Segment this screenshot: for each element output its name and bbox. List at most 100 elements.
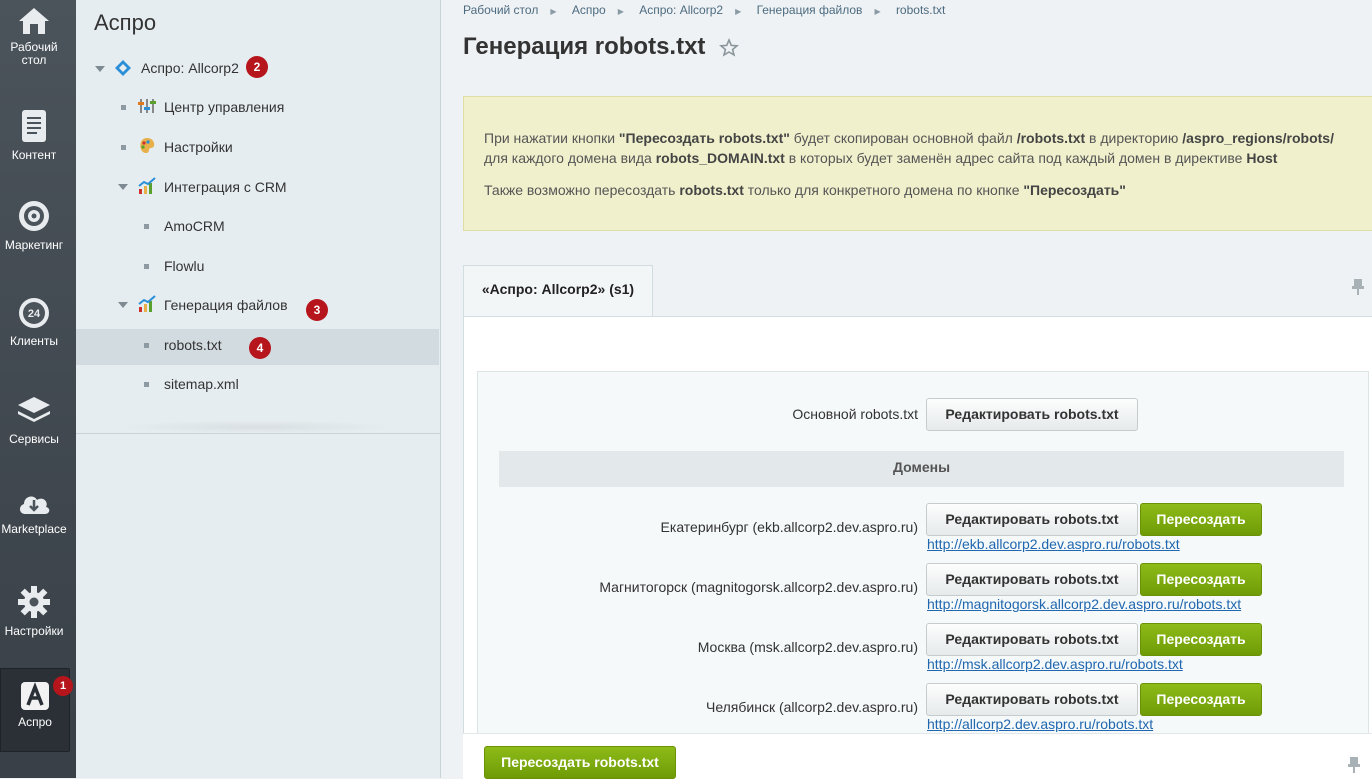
note-bold: robots_DOMAIN.txt [655,150,785,166]
main-robots-label: Основной robots.txt [792,406,918,422]
step-badge-1: 1 [53,676,73,696]
tree-node-flowlu[interactable]: Flowlu [164,256,204,276]
domain-label-magnitogorsk: Магнитогорск (magnitogorsk.allcorp2.dev.… [599,579,918,595]
tree-divider-shadow [116,420,396,434]
edit-robots-magnitogorsk-button[interactable]: Редактировать robots.txt [926,563,1138,596]
regenerate-all-robots-button[interactable]: Пересоздать robots.txt [484,746,676,779]
tree-node-file-generation[interactable]: Генерация файлов [164,295,288,315]
navigation-tree-panel: Аспро Аспро: Allcorp2 2 Центр управления… [76,0,441,778]
rail-label-aspro: Аспро [18,715,52,729]
note-text: только для конкретного домена по кнопке [743,182,1024,198]
rail-item-desktop[interactable]: Рабочий стол [0,6,68,67]
breadcrumb-item[interactable]: Рабочий стол [463,3,538,17]
rail-item-clients[interactable]: 24 Клиенты [0,296,68,348]
page-title: Генерация robots.txt [463,33,706,60]
note-bold: /aspro_regions/robots/ [1182,130,1334,146]
note-bold: "Пересоздать" [1023,182,1126,198]
robots-link-chelyabinsk[interactable]: http://allcorp2.dev.aspro.ru/robots.txt [927,716,1153,732]
expand-arrow-icon[interactable] [95,66,105,72]
note-line-1: При нажатии кнопки "Пересоздать robots.t… [484,128,1334,148]
rail-label-clients: Клиенты [9,334,59,348]
breadcrumb-item[interactable]: robots.txt [896,3,945,17]
step-badge-3: 3 [306,299,328,321]
tree-node-control-center[interactable]: Центр управления [164,97,284,117]
gear-icon [18,586,50,618]
regenerate-magnitogorsk-button[interactable]: Пересоздать [1140,563,1262,596]
palette-icon [140,138,155,154]
tree-node-aspro-allcorp2[interactable]: Аспро: Allcorp2 [141,58,239,78]
aspro-module-icon [115,60,131,76]
note-text: При нажатии кнопки [484,130,619,146]
step-badge-4: 4 [249,337,271,359]
note-line-3: Также возможно пересоздать robots.txt то… [484,180,1126,200]
rail-label-marketplace: Marketplace [1,522,67,536]
cloud-download-icon [19,496,50,514]
control-center-icon [138,99,156,113]
breadcrumb-arrow-icon: ▶ [617,7,624,16]
breadcrumb-item[interactable]: Аспро [572,3,606,17]
robots-link-ekb[interactable]: http://ekb.allcorp2.dev.aspro.ru/robots.… [927,536,1180,552]
edit-robots-chelyabinsk-button[interactable]: Редактировать robots.txt [926,683,1138,716]
note-text: в директорию [1085,130,1183,146]
regenerate-msk-button[interactable]: Пересоздать [1140,623,1262,656]
edit-robots-msk-button[interactable]: Редактировать robots.txt [926,623,1138,656]
robots-link-magnitogorsk[interactable]: http://magnitogorsk.allcorp2.dev.aspro.r… [927,596,1241,612]
rail-label-settings: Настройки [4,624,64,638]
chart-icon [138,295,156,312]
rail-item-settings[interactable]: Настройки [0,584,68,638]
svg-text:24: 24 [28,308,41,320]
edit-main-robots-button[interactable]: Редактировать robots.txt [926,398,1138,431]
rail-item-content[interactable]: Контент [0,108,68,162]
breadcrumb-item[interactable]: Аспро: Allcorp2 [639,3,723,17]
edit-robots-ekb-button[interactable]: Редактировать robots.txt [926,503,1138,536]
bullet-icon [144,224,149,229]
favorite-star-icon[interactable] [719,38,739,58]
rail-label-services: Сервисы [9,432,59,446]
home-icon [19,8,49,34]
note-bold: "Пересоздать robots.txt" [618,130,790,146]
pin-icon[interactable] [1348,756,1360,774]
left-navigation-rail: Рабочий стол Контент Маркетинг 24 Клиент… [0,0,76,778]
pin-icon[interactable] [1351,278,1365,296]
bullet-icon [144,264,149,269]
domain-label-chelyabinsk: Челябинск (allcorp2.dev.aspro.ru) [705,699,918,715]
note-line-2: для каждого домена вида robots_DOMAIN.tx… [484,148,1277,168]
expand-arrow-icon[interactable] [118,302,128,308]
target-icon [19,201,49,231]
rail-label-marketing: Маркетинг [4,238,64,252]
layers-icon [18,397,50,422]
document-icon [22,110,46,142]
breadcrumb-item[interactable]: Генерация файлов [757,3,863,17]
expand-arrow-icon[interactable] [118,184,128,190]
tree-node-sitemap-xml[interactable]: sitemap.xml [164,374,239,394]
rail-label-desktop: Рабочий стол [10,40,58,67]
tree-node-crm-integration[interactable]: Интеграция с CRM [164,177,287,197]
rail-item-marketplace[interactable]: Marketplace [0,488,68,536]
rail-label-content: Контент [11,148,57,162]
domain-label-msk: Москва (msk.allcorp2.dev.aspro.ru) [697,639,918,655]
main-content: Рабочий стол ▶ Аспро ▶ Аспро: Allcorp2 ▶ Ге… [441,0,1372,779]
tab-site-s1[interactable]: «Аспро: Allcorp2» (s1) [463,265,653,317]
tree-node-settings[interactable]: Настройки [164,137,233,157]
breadcrumb: Рабочий стол ▶ Аспро ▶ Аспро: Allcorp2 ▶ Ге… [463,3,953,17]
domain-label-ekb: Екатеринбург (ekb.allcorp2.dev.aspro.ru) [660,519,918,535]
regenerate-chelyabinsk-button[interactable]: Пересоздать [1140,683,1262,716]
robots-link-msk[interactable]: http://msk.allcorp2.dev.aspro.ru/robots.… [927,656,1183,672]
rail-item-marketing[interactable]: Маркетинг [0,198,68,252]
chart-icon [138,177,156,194]
regenerate-ekb-button[interactable]: Пересоздать [1140,503,1262,536]
bullet-icon [121,145,126,150]
note-text: в которых будет заменён адрес сайта под … [784,150,1247,166]
rail-item-services[interactable]: Сервисы [0,394,68,446]
domains-header: Домены [499,451,1344,487]
bullet-icon [144,382,149,387]
clock-24-icon: 24 [19,298,49,328]
aspro-logo-icon [21,682,49,710]
tree-title: Аспро [94,10,157,35]
breadcrumb-arrow-icon: ▶ [735,7,742,16]
note-text: будет скопирован основной файл [789,130,1017,146]
tree-node-robots-txt[interactable]: robots.txt [164,335,222,355]
form-footer: Пересоздать robots.txt [463,733,1372,779]
tree-node-amocrm[interactable]: AmoCRM [164,216,225,236]
bullet-icon [144,343,149,348]
